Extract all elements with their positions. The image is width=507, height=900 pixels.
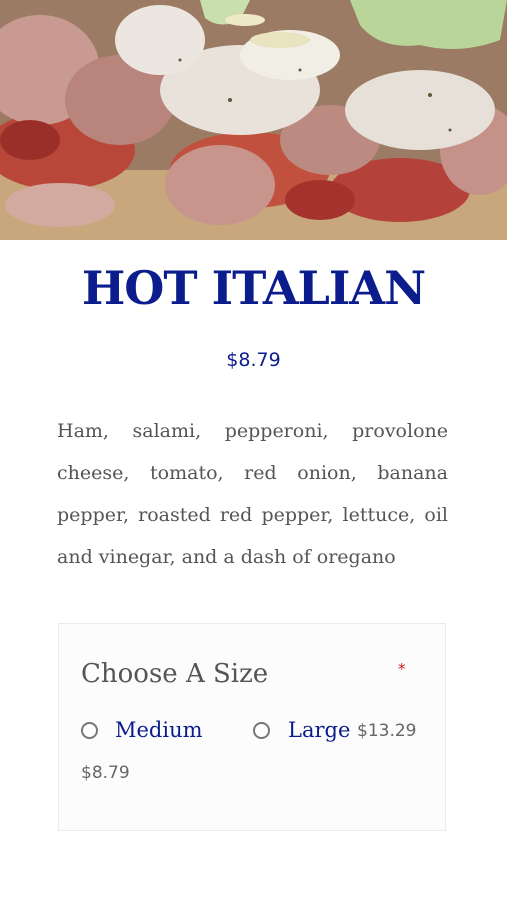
medium-price: $8.79 xyxy=(81,763,130,783)
product-image xyxy=(0,0,507,240)
required-marker: * xyxy=(398,660,406,678)
large-radio[interactable] xyxy=(253,722,270,739)
product-title: HOT ITALIAN xyxy=(81,261,426,315)
medium-radio[interactable] xyxy=(81,722,98,739)
medium-label[interactable]: Medium xyxy=(115,716,203,744)
size-options-card: Choose A Size * Medium $8.79 Large $13.2… xyxy=(58,623,446,831)
options-title: Choose A Size xyxy=(81,659,269,689)
large-label[interactable]: Large xyxy=(288,716,350,744)
product-price: $8.79 xyxy=(226,349,281,371)
large-price: $13.29 xyxy=(357,721,417,741)
product-description: Ham, salami, pepperoni, provolone cheese… xyxy=(57,420,448,568)
